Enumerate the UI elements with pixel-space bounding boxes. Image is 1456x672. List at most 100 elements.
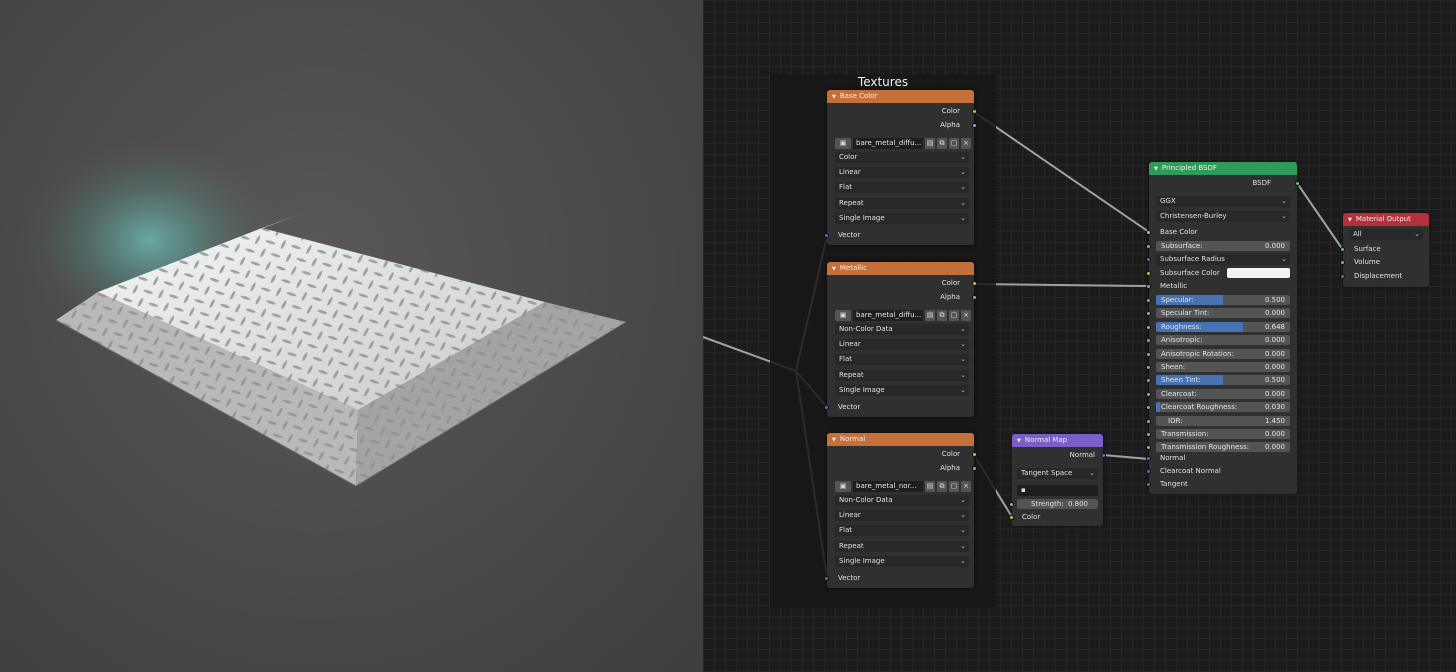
bsdf-param-slider[interactable]: Clearcoat: 0.000 [1156, 388, 1290, 399]
close-icon[interactable]: × [961, 138, 971, 149]
pack-icon[interactable]: ▤ [925, 310, 935, 321]
bsdf-param-slider[interactable]: Roughness: 0.648 [1156, 321, 1290, 332]
bsdf-param-slider[interactable]: Specular: 0.500 [1156, 295, 1290, 305]
principled-bsdf-node[interactable]: ▼ Principled BSDF BSDF GGX ⌄ Christensen-B… [1146, 162, 1300, 494]
pack-icon[interactable]: ▤ [925, 138, 935, 149]
distribution-dropdown[interactable]: GGX ⌄ [1156, 196, 1290, 207]
input-socket-metallic[interactable] [1146, 284, 1151, 289]
input-socket-param[interactable] [1146, 405, 1151, 411]
output-socket-color[interactable] [972, 452, 977, 457]
close-icon[interactable]: × [961, 310, 971, 321]
duplicate-icon[interactable]: ⧉ [937, 481, 947, 492]
subsurface-color-swatch[interactable] [1227, 268, 1290, 278]
input-socket-clearcoat-normal[interactable] [1146, 469, 1151, 474]
output-socket-alpha[interactable] [972, 295, 977, 300]
input-socket-tangent[interactable] [1146, 482, 1151, 487]
output-socket-normal[interactable] [1101, 453, 1106, 458]
close-icon[interactable]: × [961, 481, 971, 492]
image-texture-node[interactable]: ▼ Base Color Color Alpha ▣ bare_metal_diffu..… [824, 90, 977, 245]
node-header[interactable]: ▼ Principled BSDF [1149, 162, 1297, 175]
extension-dropdown[interactable]: Repeat ⌄ [835, 370, 969, 381]
bsdf-param-slider[interactable]: Specular Tint: 0.000 [1156, 308, 1290, 319]
input-socket-param[interactable] [1146, 324, 1151, 330]
collapse-icon[interactable]: ▼ [832, 94, 836, 100]
image-name-field[interactable]: bare_metal_diffu... [853, 310, 923, 321]
input-socket-base-color[interactable] [1146, 230, 1151, 235]
normal-map-node[interactable]: ▼ Normal Map Normal Tangent Space ⌄ ▪ Stre… [1009, 434, 1106, 526]
image-name-field[interactable]: bare_metal_nor... [853, 481, 923, 492]
image-selector[interactable]: ▣ bare_metal_diffu... ▤ ⧉ ▢ × [835, 138, 971, 149]
output-socket-alpha[interactable] [972, 466, 977, 471]
image-browse-icon[interactable]: ▣ [835, 138, 851, 149]
input-socket-subsurface-color[interactable] [1146, 271, 1151, 276]
subsurface-method-dropdown[interactable]: Christensen-Burley ⌄ [1156, 211, 1290, 222]
collapse-icon[interactable]: ▼ [1348, 217, 1352, 223]
image-selector[interactable]: ▣ bare_metal_diffu... ▤ ⧉ ▢ × [835, 310, 971, 321]
color-space-dropdown[interactable]: Non-Color Data ⌄ [835, 324, 969, 335]
input-socket-volume[interactable] [1340, 260, 1345, 265]
output-socket-bsdf[interactable] [1295, 181, 1300, 186]
image-name-field[interactable]: bare_metal_diffu... [853, 138, 923, 149]
bsdf-param-slider[interactable]: Sheen: 0.000 [1156, 362, 1290, 372]
image-selector[interactable]: ▣ bare_metal_nor... ▤ ⧉ ▢ × [835, 481, 971, 492]
input-socket-param[interactable] [1146, 378, 1151, 384]
node-header[interactable]: ▼ Metallic [827, 262, 974, 275]
input-socket-subsurface[interactable] [1146, 244, 1151, 249]
open-file-icon[interactable]: ▢ [949, 481, 959, 492]
output-socket-color[interactable] [972, 281, 977, 286]
bsdf-param-slider[interactable]: Transmission: 0.000 [1156, 429, 1290, 439]
material-output-node[interactable]: ▼ Material Output All ⌄ Surface Volume Dis… [1340, 213, 1429, 287]
input-socket-param[interactable] [1146, 311, 1151, 317]
bsdf-param-slider[interactable]: Clearcoat Roughness: 0.030 [1156, 402, 1290, 413]
open-file-icon[interactable]: ▢ [949, 138, 959, 149]
open-file-icon[interactable]: ▢ [949, 310, 959, 321]
collapse-icon[interactable]: ▼ [832, 437, 836, 443]
subsurface-radius-dropdown[interactable]: Subsurface Radius ⌄ [1156, 254, 1290, 265]
space-dropdown[interactable]: Tangent Space ⌄ [1017, 468, 1098, 479]
subsurface-field[interactable]: Subsurface: 0.000 [1156, 241, 1290, 251]
input-socket-param[interactable] [1146, 338, 1151, 344]
source-dropdown[interactable]: Single Image ⌄ [835, 385, 969, 396]
input-socket-param[interactable] [1146, 445, 1151, 451]
input-socket-vector[interactable] [824, 405, 829, 410]
bsdf-param-slider[interactable]: IOR: 1.450 [1156, 415, 1290, 426]
input-socket-param[interactable] [1146, 432, 1151, 437]
duplicate-icon[interactable]: ⧉ [937, 310, 947, 321]
duplicate-icon[interactable]: ⧉ [937, 138, 947, 149]
bsdf-param-slider[interactable]: Anisotropic Rotation: 0.000 [1156, 348, 1290, 359]
input-socket-strength[interactable] [1009, 502, 1014, 507]
image-texture-node[interactable]: ▼ Normal Color Alpha ▣ bare_metal_nor... ▤ ⧉ ▢ × N… [824, 433, 977, 588]
pack-icon[interactable]: ▤ [925, 481, 935, 492]
source-dropdown[interactable]: Single Image ⌄ [835, 213, 969, 224]
input-socket-displacement[interactable] [1340, 274, 1345, 279]
input-socket-param[interactable] [1146, 351, 1151, 357]
image-browse-icon[interactable]: ▣ [835, 310, 851, 321]
projection-dropdown[interactable]: Flat ⌄ [835, 525, 969, 536]
color-space-dropdown[interactable]: Non-Color Data ⌄ [835, 495, 969, 506]
bsdf-param-slider[interactable]: Transmission Roughness: 0.000 [1156, 442, 1290, 453]
input-socket-vector[interactable] [824, 576, 829, 581]
input-socket-surface[interactable] [1340, 247, 1345, 252]
3d-viewport[interactable] [0, 0, 703, 672]
collapse-icon[interactable]: ▼ [1154, 166, 1158, 172]
color-space-dropdown[interactable]: Color ⌄ [835, 152, 969, 163]
projection-dropdown[interactable]: Flat ⌄ [835, 182, 969, 193]
extension-dropdown[interactable]: Repeat ⌄ [835, 198, 969, 209]
bsdf-param-slider[interactable]: Anisotropic: 0.000 [1156, 335, 1290, 346]
input-socket-param[interactable] [1146, 365, 1151, 370]
image-browse-icon[interactable]: ▣ [835, 481, 851, 492]
uv-map-field[interactable]: ▪ [1017, 485, 1098, 496]
input-socket-normal[interactable] [1146, 456, 1151, 461]
node-header[interactable]: ▼ Normal [827, 433, 974, 446]
shader-node-editor[interactable]: Textures ▼ Base Color Color Alpha ▣ bare_meta… [703, 0, 1456, 672]
source-dropdown[interactable]: Single Image ⌄ [835, 556, 969, 567]
extension-dropdown[interactable]: Repeat ⌄ [835, 541, 969, 552]
node-header[interactable]: ▼ Material Output [1343, 213, 1429, 226]
collapse-icon[interactable]: ▼ [832, 266, 836, 272]
interpolation-dropdown[interactable]: Linear ⌄ [835, 167, 969, 178]
image-texture-node[interactable]: ▼ Metallic Color Alpha ▣ bare_metal_diffu... ▤… [824, 262, 977, 417]
interpolation-dropdown[interactable]: Linear ⌄ [835, 339, 969, 350]
output-socket-color[interactable] [972, 109, 977, 114]
input-socket-param[interactable] [1146, 298, 1151, 303]
interpolation-dropdown[interactable]: Linear ⌄ [835, 510, 969, 521]
